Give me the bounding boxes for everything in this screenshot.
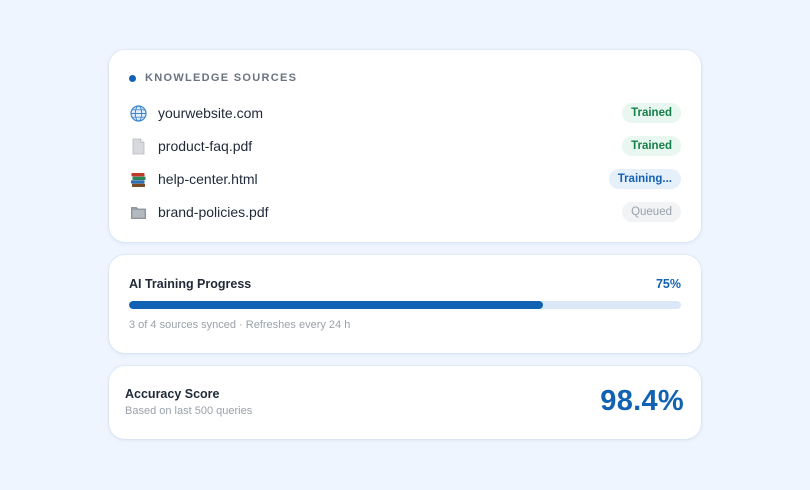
- accuracy-score: 98.4%: [600, 385, 684, 417]
- progress-bar: [129, 301, 681, 309]
- source-name: help-center.html: [158, 171, 258, 187]
- training-progress-card: AI Training Progress 75% 3 of 4 sources …: [109, 255, 701, 353]
- section-header: KNOWLEDGE SOURCES: [129, 72, 297, 84]
- accuracy-subtitle: Based on last 500 queries: [125, 405, 253, 417]
- source-row-policies[interactable]: brand-policies.pdf Queued: [129, 199, 681, 225]
- section-dot-icon: [129, 74, 136, 82]
- source-row-faq[interactable]: product-faq.pdf Trained: [129, 133, 681, 159]
- source-name: yourwebsite.com: [158, 105, 264, 121]
- source-row-help-center[interactable]: help-center.html Training...: [129, 166, 681, 192]
- status-badge: Queued: [622, 202, 681, 222]
- page-background: KNOWLEDGE SOURCES yourwebsite.com Traine…: [0, 0, 810, 490]
- accuracy-title: Accuracy Score: [125, 387, 220, 401]
- globe-icon: [129, 104, 147, 122]
- source-name: product-faq.pdf: [158, 138, 253, 154]
- progress-note: 3 of 4 sources synced · Refreshes every …: [129, 319, 351, 331]
- source-row-website[interactable]: yourwebsite.com Trained: [129, 100, 681, 126]
- books-icon: [129, 170, 147, 188]
- folder-icon: [129, 203, 147, 221]
- status-badge: Training...: [608, 169, 681, 189]
- knowledge-sources-card: KNOWLEDGE SOURCES yourwebsite.com Traine…: [109, 50, 701, 242]
- status-badge: Trained: [622, 103, 681, 123]
- accuracy-card: Accuracy Score Based on last 500 queries…: [109, 366, 701, 439]
- progress-title: AI Training Progress: [129, 277, 252, 291]
- status-badge: Trained: [622, 136, 681, 156]
- document-icon: [129, 137, 147, 155]
- progress-bar-fill: [129, 301, 543, 309]
- source-name: brand-policies.pdf: [158, 204, 269, 220]
- progress-percent: 75%: [655, 277, 681, 291]
- section-title: KNOWLEDGE SOURCES: [145, 72, 298, 84]
